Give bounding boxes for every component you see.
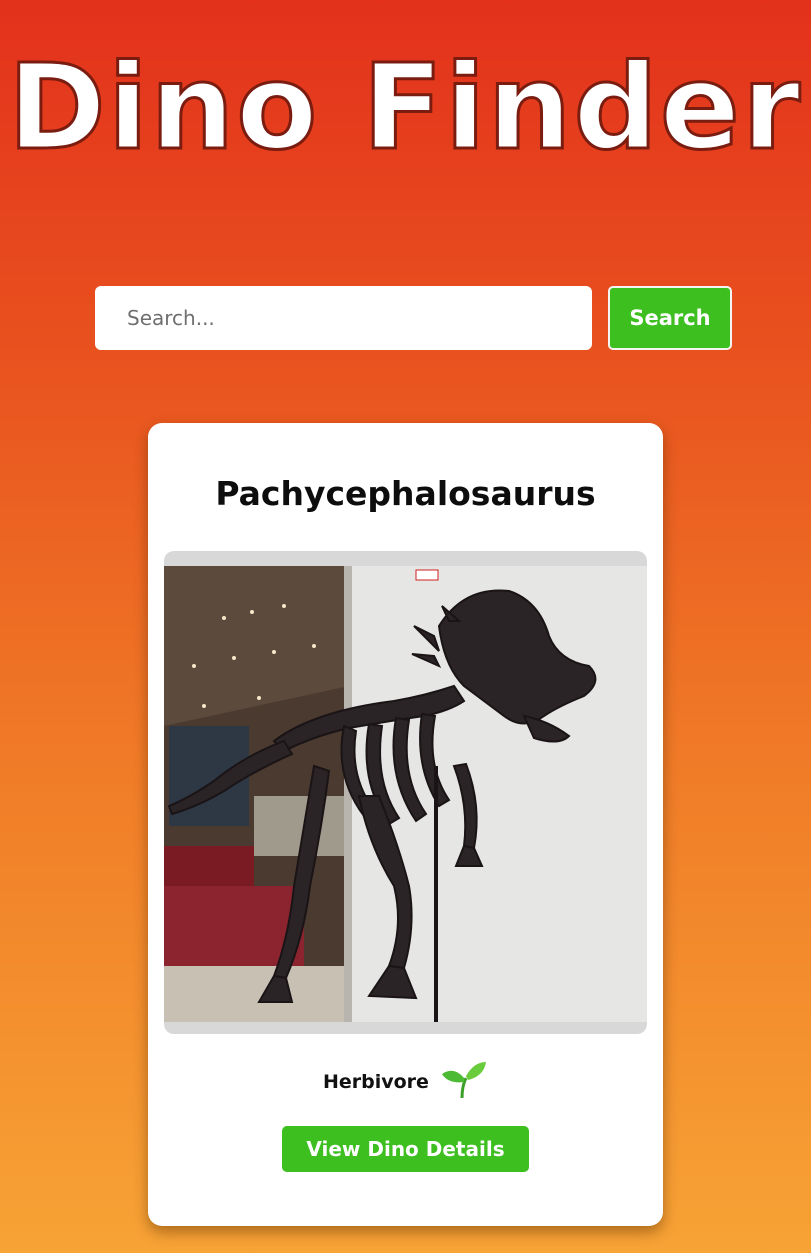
dino-photo [164,551,647,1034]
app-title: Dino Finder [8,38,802,170]
search-input[interactable] [95,286,592,350]
search-bar: Search [95,286,735,352]
dino-skeleton-image [164,566,647,1022]
search-button[interactable]: Search [608,286,732,350]
view-dino-details-button[interactable]: View Dino Details [282,1126,529,1172]
app-logo-wordmark: Dino Finder [6,37,802,171]
dino-name: Pachycephalosaurus [215,474,596,513]
app-logo: Dino Finder [0,30,811,171]
diet-info: Herbivore [0,1060,811,1100]
sprout-icon [440,1060,488,1104]
diet-label: Herbivore [322,1071,429,1093]
